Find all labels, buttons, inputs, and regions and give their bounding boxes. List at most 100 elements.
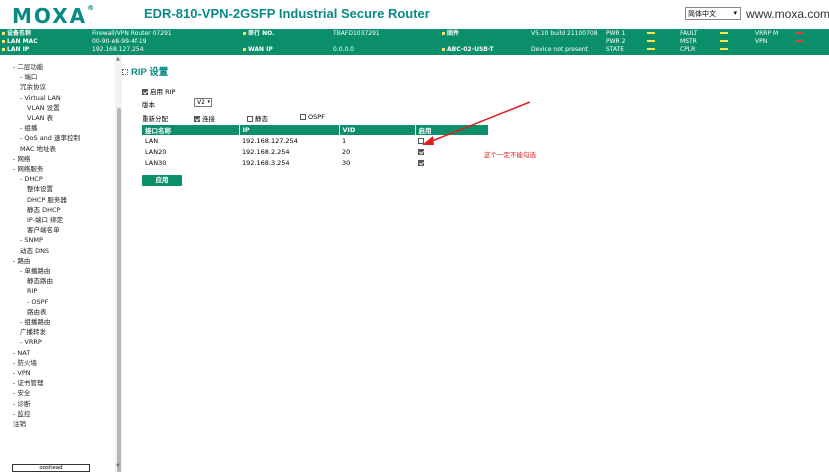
- sidebar-item[interactable]: MAC 地址表: [20, 145, 56, 153]
- site-url[interactable]: www.moxa.com: [746, 7, 829, 21]
- sidebar-item[interactable]: - 路由: [13, 257, 30, 265]
- lan-ip-label: LAN IP: [7, 46, 30, 53]
- row-enable-checkbox[interactable]: [418, 137, 424, 144]
- bullet-icon: [442, 48, 445, 51]
- sidebar-item[interactable]: - SNMP: [20, 236, 43, 244]
- sidebar-item[interactable]: - 证书管理: [13, 379, 43, 387]
- vpn-led-icon: [795, 40, 803, 42]
- sidebar-item[interactable]: - NAT: [13, 349, 30, 357]
- sidebar-item[interactable]: 客户端名单: [27, 226, 60, 234]
- lan-mac-label: LAN MAC: [7, 38, 38, 45]
- sidebar-item[interactable]: DHCP 服务器: [27, 196, 67, 204]
- header: MOXA® EDR-810-VPN-2GSFP Industrial Secur…: [0, 0, 829, 29]
- sidebar-item[interactable]: - 二层功能: [13, 63, 43, 71]
- bullet-icon: [442, 32, 445, 35]
- sidebar-item[interactable]: VLAN 设置: [27, 104, 60, 112]
- sidebar-item[interactable]: - 网络: [13, 155, 30, 163]
- sidebar-item[interactable]: - OSPF: [27, 298, 48, 306]
- sidebar-item[interactable]: - DHCP: [20, 175, 43, 183]
- bullet-icon: [243, 48, 246, 51]
- header-enable: 启用: [415, 125, 489, 135]
- language-select[interactable]: 简体中文 ▾: [685, 7, 741, 20]
- redistribute-ospf-checkbox[interactable]: [300, 114, 306, 120]
- annotation-arrow-icon: [422, 101, 531, 145]
- status-vrrp: VRRP M: [755, 30, 779, 37]
- sidebar-item[interactable]: VLAN 表: [27, 114, 53, 122]
- row-ip: 192.168.3.254: [242, 158, 290, 167]
- row-ip: 192.168.2.254: [242, 147, 290, 156]
- bullet-icon: [2, 32, 5, 35]
- sidebar-item[interactable]: - 安全: [13, 389, 30, 397]
- annotation-note: 这个一定不能勾选: [484, 151, 536, 159]
- chevron-down-icon: ▾: [733, 9, 737, 17]
- enable-rip-row: 启用 RIP: [142, 86, 175, 96]
- scrollbar-thumb[interactable]: [117, 108, 121, 472]
- sidebar-item[interactable]: - 诊断: [13, 400, 30, 408]
- sidebar-item[interactable]: - 组播路由: [20, 318, 50, 326]
- sidebar-item[interactable]: - QoS and 速率控制: [20, 134, 80, 142]
- sidebar-item[interactable]: - 单播路由: [20, 267, 50, 275]
- rip-interface-table: 接口名称 IP VID 启用 LAN 192.168.127.254 1 LAN…: [142, 125, 489, 168]
- title-bullet-icon: [122, 69, 128, 76]
- cplr-led-icon: [720, 48, 728, 50]
- serial-label: 串行 NO.: [248, 30, 275, 37]
- sidebar-item[interactable]: - 监控: [13, 410, 30, 418]
- sidebar-item[interactable]: - 组播: [20, 124, 37, 132]
- main-content: RIP 设置 启用 RIP 版本 V2 ▾ 重新分配 连接 静态 OSPF 接口名…: [122, 55, 829, 472]
- sidebar: - 二层功能 - 端口冗余协议 - Virtual LAN VLAN 设置 VLAN 表…: [0, 55, 122, 472]
- title-bar: EDR-810-VPN-2GSFP Industrial Secure Rout…: [122, 0, 829, 29]
- device-name-value: Firewall/VPN Router 07291: [92, 30, 172, 37]
- table-row: LAN20 192.168.2.254 20: [142, 146, 488, 157]
- sidebar-item[interactable]: - 防火墙: [13, 359, 37, 367]
- status-mstr: MSTR: [680, 38, 697, 45]
- fault-led-icon: [720, 32, 728, 34]
- sidebar-item[interactable]: 冗余协议: [20, 83, 46, 91]
- sidebar-item[interactable]: - VRRP: [20, 338, 42, 346]
- firmware-value: V5.10 build 21100708: [531, 30, 598, 37]
- redistribute-ospf-label: OSPF: [308, 113, 325, 121]
- sidebar-item[interactable]: - 端口: [20, 73, 37, 81]
- moxa-logo[interactable]: MOXA®: [12, 4, 96, 28]
- wan-ip-label: WAN IP: [248, 46, 273, 53]
- sidebar-bottom-button[interactable]: ooshead: [12, 464, 90, 472]
- row-name: LAN30: [145, 158, 167, 167]
- apply-button[interactable]: 应用: [142, 175, 182, 186]
- sidebar-item[interactable]: IP-端口 绑定: [27, 216, 63, 224]
- enable-rip-label: 启用 RIP: [150, 88, 176, 96]
- row-name: LAN: [145, 136, 159, 145]
- redistribute-static-checkbox[interactable]: [247, 116, 253, 122]
- row-name: LAN20: [145, 147, 167, 156]
- pwr1-led-icon: [647, 32, 655, 34]
- sidebar-item[interactable]: - VPN: [13, 369, 31, 377]
- sidebar-item[interactable]: - 网络服务: [13, 165, 43, 173]
- redistribute-label: 重新分配: [142, 115, 168, 123]
- version-row: 版本: [142, 99, 155, 109]
- enable-rip-checkbox[interactable]: [142, 89, 148, 95]
- table-header-row: 接口名称 IP VID 启用: [142, 125, 489, 135]
- scroll-up-icon[interactable]: ▲: [116, 56, 120, 62]
- sidebar-item[interactable]: 静态路由: [27, 277, 53, 285]
- sidebar-item[interactable]: 整体设置: [27, 185, 53, 193]
- sidebar-item[interactable]: - Virtual LAN: [20, 94, 61, 102]
- row-enable-checkbox[interactable]: [418, 148, 424, 155]
- redistribute-static-label: 静态: [255, 115, 268, 123]
- sidebar-item[interactable]: 路由表: [27, 308, 47, 316]
- scroll-down-icon[interactable]: ▼: [116, 463, 120, 469]
- redistribute-connected-checkbox[interactable]: [194, 116, 200, 122]
- sidebar-item[interactable]: 动态 DNS: [20, 247, 49, 255]
- version-value: V2: [197, 99, 205, 106]
- row-enable-checkbox[interactable]: [418, 159, 424, 166]
- vrrp-led-icon: [795, 32, 803, 34]
- row-vid: 30: [342, 158, 351, 167]
- logo-text: MOXA: [12, 4, 88, 28]
- sidebar-item[interactable]: 广播转发: [20, 328, 46, 336]
- chevron-down-icon: ▾: [207, 99, 210, 105]
- mstr-led-icon: [720, 40, 728, 42]
- logo-area: MOXA®: [0, 0, 122, 29]
- version-select[interactable]: V2 ▾: [194, 98, 212, 107]
- bullet-icon: [2, 48, 5, 51]
- device-info-bar: 设备名称 LAN MAC LAN IP Firewall/VPN Router …: [0, 29, 829, 55]
- sidebar-item[interactable]: 注销: [13, 420, 26, 428]
- sidebar-item[interactable]: RIP: [27, 287, 37, 295]
- sidebar-item[interactable]: 静态 DHCP: [27, 206, 60, 214]
